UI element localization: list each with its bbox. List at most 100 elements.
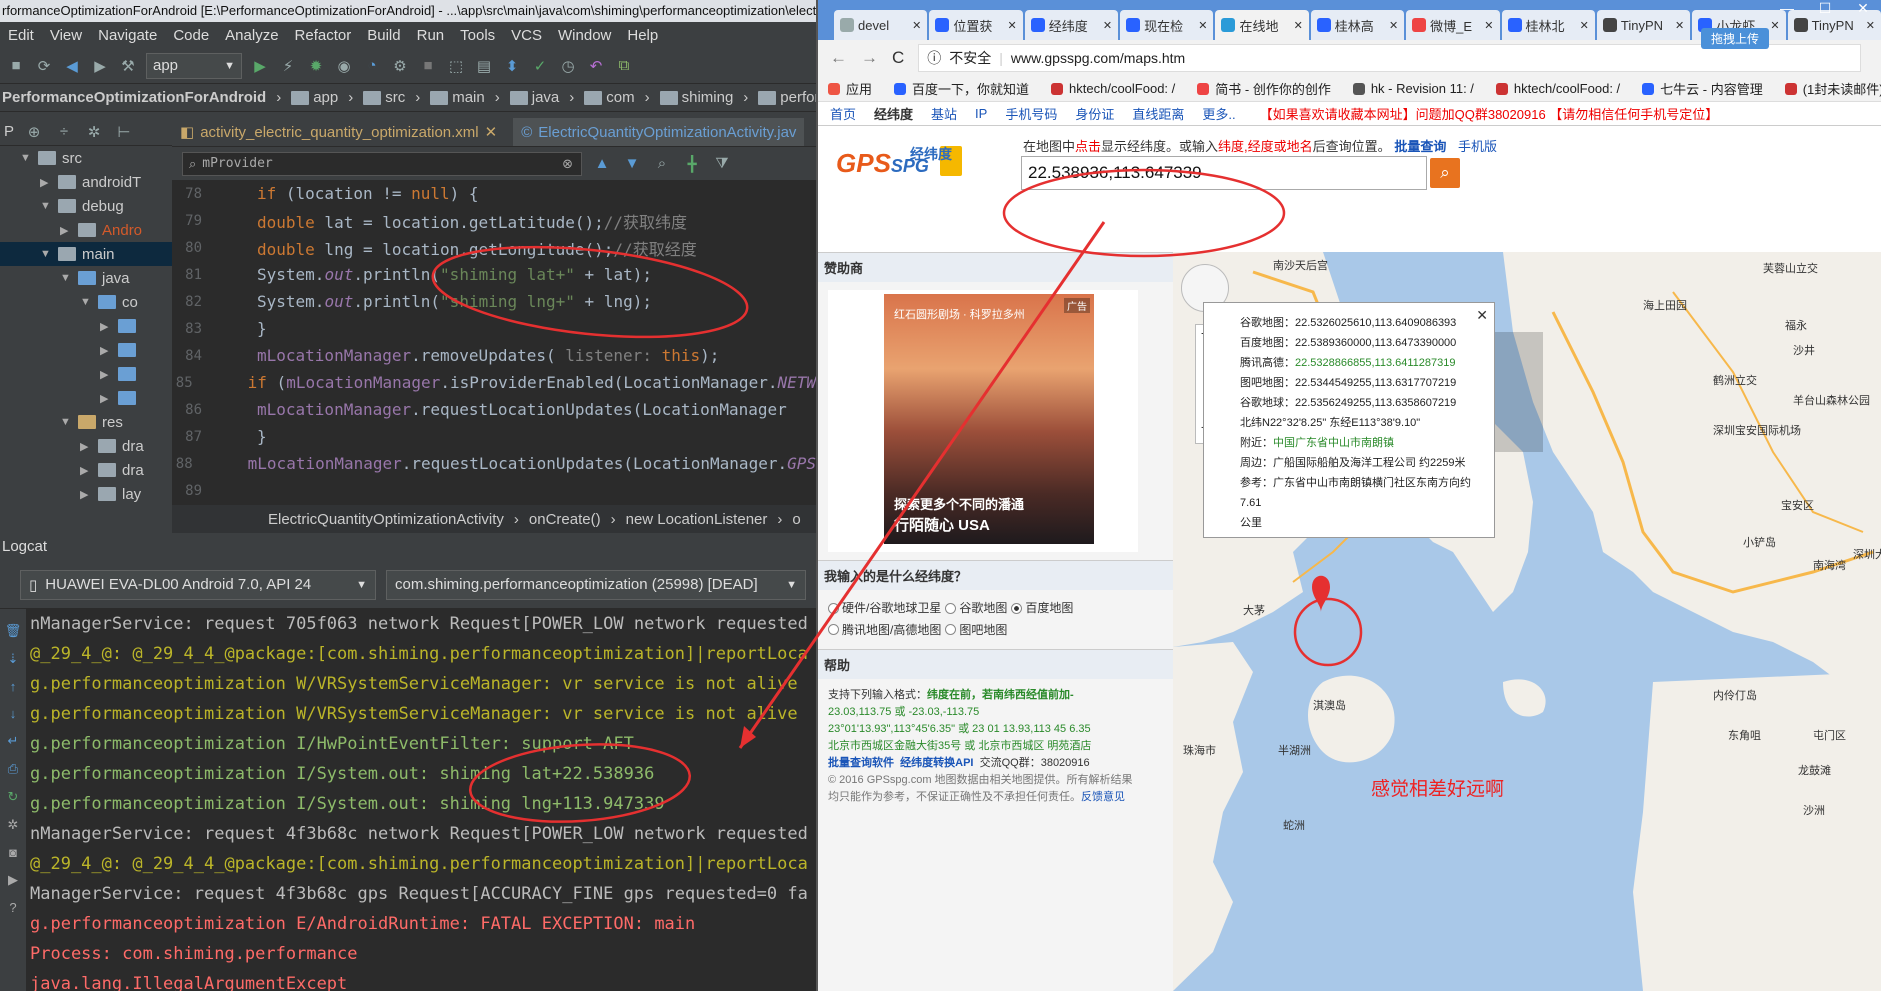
- browser-tab[interactable]: devel ✕: [834, 10, 928, 40]
- breadcrumb-item[interactable]: com: [584, 89, 635, 106]
- collapsed-arrow-icon[interactable]: ▶: [100, 392, 112, 405]
- run-config-select[interactable]: app ▼: [146, 52, 242, 79]
- menu-item-navigate[interactable]: Navigate: [92, 27, 163, 44]
- tree-item[interactable]: ▼ src: [0, 146, 172, 170]
- close-icon[interactable]: ✕: [1294, 19, 1303, 32]
- hide-icon[interactable]: ⊢: [114, 122, 134, 142]
- browser-tab[interactable]: 桂林高 ✕: [1310, 10, 1405, 40]
- attach-icon[interactable]: ⚙: [390, 56, 410, 76]
- process-select[interactable]: com.shiming.performanceoptimization (259…: [386, 569, 806, 600]
- structure-icon[interactable]: ▤: [474, 56, 494, 76]
- save-icon[interactable]: ■: [6, 56, 26, 76]
- expanded-arrow-icon[interactable]: ▼: [40, 200, 52, 212]
- gpsspg-logo[interactable]: GPSSPG 经纬度: [836, 146, 963, 179]
- expanded-arrow-icon[interactable]: ▼: [20, 152, 32, 164]
- vcs-commit-icon[interactable]: ✓: [530, 56, 550, 76]
- upload-button[interactable]: 拖拽上传: [1700, 28, 1769, 49]
- bookmark-item[interactable]: 简书 - 创作你的创作: [1197, 79, 1331, 98]
- menu-item-window[interactable]: Window: [552, 27, 617, 44]
- tree-item[interactable]: ▶: [0, 386, 172, 410]
- site-nav-item[interactable]: 手机号码: [1005, 104, 1057, 123]
- collapsed-arrow-icon[interactable]: ▶: [100, 320, 112, 333]
- tree-item[interactable]: ▶: [0, 314, 172, 338]
- bookmark-item[interactable]: (1封未读邮件) 网: [1784, 79, 1881, 98]
- clear-icon[interactable]: ⊗: [562, 156, 573, 172]
- run-icon[interactable]: ▶: [250, 56, 270, 76]
- menu-item-run[interactable]: Run: [411, 27, 451, 44]
- tree-item[interactable]: ▶: [0, 362, 172, 386]
- menu-item-edit[interactable]: Edit: [2, 27, 40, 44]
- expanded-arrow-icon[interactable]: ▼: [40, 248, 52, 260]
- collapse-icon[interactable]: ÷: [54, 122, 74, 142]
- tree-item[interactable]: ▼ co: [0, 290, 172, 314]
- tree-item[interactable]: ▼ res: [0, 410, 172, 434]
- close-icon[interactable]: ✕: [1484, 19, 1493, 32]
- android-icon[interactable]: ⧉: [614, 56, 634, 76]
- forward-icon[interactable]: ▶: [90, 56, 110, 76]
- breadcrumb-item[interactable]: java: [509, 89, 559, 106]
- editor-tab[interactable]: © ElectricQuantityOptimizationActivity.ja…: [513, 118, 805, 146]
- search-button[interactable]: ⌕: [1430, 158, 1460, 188]
- browser-tab[interactable]: 微博_E ✕: [1406, 10, 1500, 40]
- settings-icon[interactable]: ✲: [8, 817, 19, 833]
- coord-type-radio[interactable]: 硬件/谷歌地球卫星: [828, 598, 941, 618]
- site-nav-item[interactable]: 更多..: [1202, 104, 1235, 123]
- expanded-arrow-icon[interactable]: ▼: [60, 272, 72, 284]
- browser-tab[interactable]: TinyPN ✕: [1596, 10, 1691, 40]
- collapsed-arrow-icon[interactable]: ▶: [60, 224, 72, 237]
- minimize-icon[interactable]: —: [1769, 0, 1805, 20]
- profile-icon[interactable]: ◔: [362, 56, 382, 76]
- collapsed-arrow-icon[interactable]: ▶: [80, 440, 92, 453]
- breadcrumb-item[interactable]: main: [430, 89, 485, 106]
- revert-icon[interactable]: ↶: [586, 56, 606, 76]
- sdk-icon[interactable]: ⬚: [446, 56, 466, 76]
- gear-icon[interactable]: ✲: [84, 122, 104, 142]
- next-occurrence-icon[interactable]: ▼: [622, 154, 642, 174]
- close-icon[interactable]: ✕: [1675, 19, 1684, 32]
- map-view[interactable]: + − ✕ 谷歌地图：22.5326025610,113.6409086393 …: [1173, 252, 1881, 991]
- coordinate-input[interactable]: 22.538936,113.647339: [1021, 156, 1427, 190]
- tree-item[interactable]: ▶ Andro: [0, 218, 172, 242]
- tree-item[interactable]: ▶ dra: [0, 458, 172, 482]
- site-nav-item[interactable]: 直线距离: [1132, 104, 1184, 123]
- breadcrumb-item[interactable]: PerformanceOptimizationForAndroid: [2, 89, 266, 106]
- editor-tab[interactable]: ◧ activity_electric_quantity_optimization…: [172, 118, 505, 146]
- api-link[interactable]: 经纬度转换API: [900, 757, 973, 769]
- menu-item-tools[interactable]: Tools: [454, 27, 501, 44]
- collapsed-arrow-icon[interactable]: ▶: [100, 344, 112, 357]
- breadcrumb-item[interactable]: app: [291, 89, 338, 106]
- close-icon[interactable]: ✕: [1580, 19, 1589, 32]
- sync-icon[interactable]: ⟳: [34, 56, 54, 76]
- ad-box[interactable]: 广告 红石圆形剧场 · 科罗拉多州 探索更多个不同的潘通 行陌随心 USA: [828, 290, 1138, 552]
- menu-item-view[interactable]: View: [44, 27, 88, 44]
- device-select[interactable]: ▯ HUAWEI EVA-DL00 Android 7.0, API 24 ▼: [20, 569, 376, 600]
- find-all-icon[interactable]: ⌕: [652, 154, 672, 174]
- close-icon[interactable]: ✕: [1845, 0, 1881, 20]
- close-icon[interactable]: ✕: [1198, 19, 1207, 32]
- wrap-icon[interactable]: ↵: [8, 733, 19, 749]
- stop-icon[interactable]: ■: [418, 56, 438, 76]
- collapsed-arrow-icon[interactable]: ▶: [80, 488, 92, 501]
- bookmark-item[interactable]: 百度一下，你就知道: [894, 79, 1029, 98]
- menu-item-code[interactable]: Code: [167, 27, 215, 44]
- vcs-update-icon[interactable]: ⬍: [502, 56, 522, 76]
- tree-item[interactable]: ▼ main: [0, 242, 172, 266]
- browser-tab[interactable]: 位置获 ✕: [929, 10, 1023, 40]
- coord-type-radio[interactable]: 谷歌地图: [945, 598, 1007, 618]
- coord-type-radio[interactable]: 百度地图: [1011, 598, 1073, 618]
- close-icon[interactable]: ✕: [1476, 305, 1488, 325]
- apply-changes-icon[interactable]: ⚡: [278, 56, 298, 76]
- forward-icon[interactable]: →: [861, 48, 878, 68]
- site-nav-item[interactable]: 经纬度: [874, 104, 913, 123]
- tree-item[interactable]: ▶ androidT: [0, 170, 172, 194]
- breadcrumb-item[interactable]: src: [363, 89, 405, 106]
- restart-icon[interactable]: ↻: [8, 789, 19, 805]
- maximize-icon[interactable]: ☐: [1807, 0, 1843, 20]
- menu-item-help[interactable]: Help: [621, 27, 664, 44]
- history-icon[interactable]: ◷: [558, 56, 578, 76]
- prev-occurrence-icon[interactable]: ▲: [592, 154, 612, 174]
- close-icon[interactable]: ✕: [485, 123, 498, 141]
- bookmark-item[interactable]: 应用: [828, 79, 872, 98]
- bookmark-item[interactable]: hktech/coolFood: /: [1495, 81, 1620, 96]
- collapsed-arrow-icon[interactable]: ▶: [100, 368, 112, 381]
